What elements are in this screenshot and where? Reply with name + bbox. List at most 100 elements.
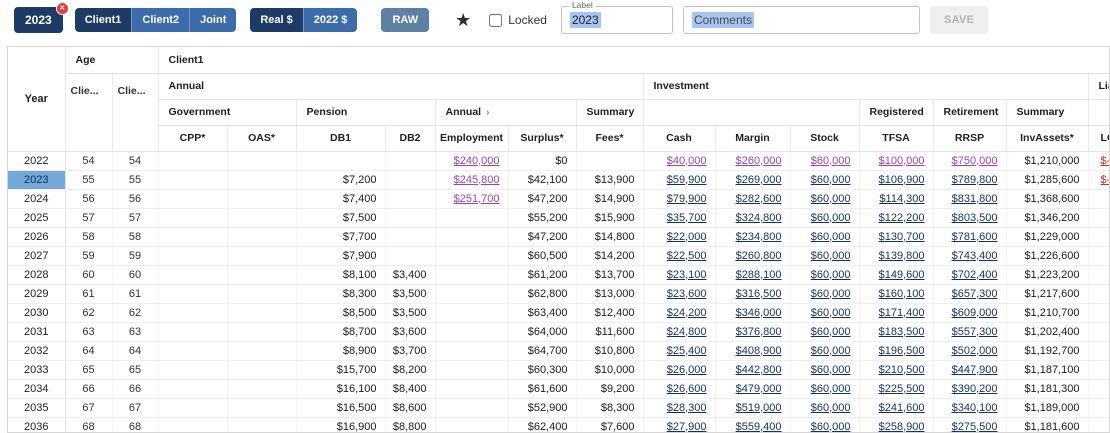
value-link[interactable]: $60,000	[811, 193, 851, 205]
value-link[interactable]: $60,000	[811, 269, 851, 281]
tab-client2[interactable]: Client2	[131, 8, 189, 32]
comments-input[interactable]: Comments	[683, 6, 920, 34]
value-link[interactable]: $23,100	[667, 269, 707, 281]
value-link[interactable]: $26,000	[667, 364, 707, 376]
value-link[interactable]: $-4	[1101, 174, 1110, 186]
value-link[interactable]: $789,800	[952, 174, 998, 186]
value-link[interactable]: $442,800	[736, 364, 782, 376]
value-link[interactable]: $23,600	[667, 288, 707, 300]
value-link[interactable]: $60,000	[811, 364, 851, 376]
tab-real-dollars[interactable]: Real $	[250, 8, 302, 32]
locked-checkbox[interactable]	[489, 14, 502, 27]
value-link[interactable]: $60,000	[811, 155, 851, 167]
value-link[interactable]: $702,400	[952, 269, 998, 281]
value-link[interactable]: $519,000	[736, 402, 782, 414]
value-link[interactable]: $122,200	[879, 212, 925, 224]
value-link[interactable]: $60,000	[811, 345, 851, 357]
value-link[interactable]: $316,500	[736, 288, 782, 300]
value-link[interactable]: $234,800	[736, 231, 782, 243]
value-link[interactable]: $346,000	[736, 307, 782, 319]
year-cell[interactable]: 2025	[8, 208, 65, 227]
year-cell[interactable]: 2033	[8, 360, 65, 379]
year-cell[interactable]: 2026	[8, 227, 65, 246]
value-link[interactable]: $196,500	[879, 345, 925, 357]
value-link[interactable]: $251,700	[454, 193, 500, 205]
save-button[interactable]: SAVE	[930, 6, 988, 34]
value-link[interactable]: $22,000	[667, 231, 707, 243]
value-link[interactable]: $245,800	[454, 174, 500, 186]
value-link[interactable]: $241,600	[879, 402, 925, 414]
value-link[interactable]: $60,000	[811, 421, 851, 433]
value-link[interactable]: $-9	[1101, 155, 1110, 167]
tab-joint[interactable]: Joint	[189, 8, 236, 32]
value-link[interactable]: $79,900	[667, 193, 707, 205]
value-link[interactable]: $59,900	[667, 174, 707, 186]
tab-2022-dollars[interactable]: 2022 $	[303, 8, 358, 32]
value-link[interactable]: $35,700	[667, 212, 707, 224]
value-link[interactable]: $60,000	[811, 231, 851, 243]
value-link[interactable]: $803,500	[952, 212, 998, 224]
value-link[interactable]: $559,400	[736, 421, 782, 433]
scenario-chip[interactable]: 2023 ✕	[14, 7, 63, 33]
value-link[interactable]: $100,000	[879, 155, 925, 167]
close-icon[interactable]: ✕	[56, 2, 69, 15]
value-link[interactable]: $340,100	[952, 402, 998, 414]
value-link[interactable]: $258,900	[879, 421, 925, 433]
value-link[interactable]: $22,500	[667, 250, 707, 262]
value-link[interactable]: $831,800	[952, 193, 998, 205]
value-link[interactable]: $24,800	[667, 326, 707, 338]
value-link[interactable]: $447,900	[952, 364, 998, 376]
year-cell[interactable]: 2036	[8, 417, 65, 433]
year-cell[interactable]: 2022	[8, 151, 65, 170]
raw-button[interactable]: RAW	[381, 8, 429, 32]
value-link[interactable]: $557,300	[952, 326, 998, 338]
year-cell[interactable]: 2034	[8, 379, 65, 398]
value-link[interactable]: $376,800	[736, 326, 782, 338]
value-link[interactable]: $60,000	[811, 212, 851, 224]
value-link[interactable]: $657,300	[952, 288, 998, 300]
value-link[interactable]: $27,900	[667, 421, 707, 433]
year-cell[interactable]: 2030	[8, 303, 65, 322]
value-link[interactable]: $210,500	[879, 364, 925, 376]
value-link[interactable]: $502,000	[952, 345, 998, 357]
year-cell[interactable]: 2027	[8, 246, 65, 265]
tab-client1[interactable]: Client1	[75, 8, 132, 32]
value-link[interactable]: $269,000	[736, 174, 782, 186]
value-link[interactable]: $60,000	[811, 326, 851, 338]
value-link[interactable]: $114,300	[879, 193, 924, 205]
group-header-annual-expand[interactable]: Annual›	[435, 99, 576, 125]
value-link[interactable]: $183,500	[879, 326, 925, 338]
value-link[interactable]: $609,000	[952, 307, 998, 319]
value-link[interactable]: $106,900	[879, 174, 925, 186]
value-link[interactable]: $275,500	[952, 421, 998, 433]
value-link[interactable]: $60,000	[811, 383, 851, 395]
value-link[interactable]: $24,200	[667, 307, 707, 319]
value-link[interactable]: $225,500	[879, 383, 925, 395]
value-link[interactable]: $60,000	[811, 174, 851, 186]
value-link[interactable]: $130,700	[879, 231, 925, 243]
value-link[interactable]: $324,800	[736, 212, 782, 224]
value-link[interactable]: $139,800	[879, 250, 925, 262]
value-link[interactable]: $282,600	[736, 193, 782, 205]
value-link[interactable]: $479,000	[736, 383, 782, 395]
value-link[interactable]: $260,000	[736, 155, 782, 167]
year-cell[interactable]: 2031	[8, 322, 65, 341]
value-link[interactable]: $26,600	[667, 383, 707, 395]
year-cell[interactable]: 2029	[8, 284, 65, 303]
year-cell-selected[interactable]: 2023	[8, 170, 65, 189]
value-link[interactable]: $160,100	[879, 288, 925, 300]
value-link[interactable]: $781,600	[952, 231, 998, 243]
value-link[interactable]: $390,200	[952, 383, 998, 395]
year-cell[interactable]: 2028	[8, 265, 65, 284]
value-link[interactable]: $25,400	[667, 345, 707, 357]
year-cell[interactable]: 2032	[8, 341, 65, 360]
favorite-star-icon[interactable]: ★	[455, 11, 471, 29]
value-link[interactable]: $750,000	[952, 155, 998, 167]
value-link[interactable]: $260,800	[736, 250, 782, 262]
value-link[interactable]: $60,000	[811, 307, 851, 319]
value-link[interactable]: $40,000	[667, 155, 707, 167]
value-link[interactable]: $743,400	[952, 250, 998, 262]
value-link[interactable]: $171,400	[879, 307, 925, 319]
value-link[interactable]: $60,000	[811, 250, 851, 262]
value-link[interactable]: $288,100	[736, 269, 782, 281]
